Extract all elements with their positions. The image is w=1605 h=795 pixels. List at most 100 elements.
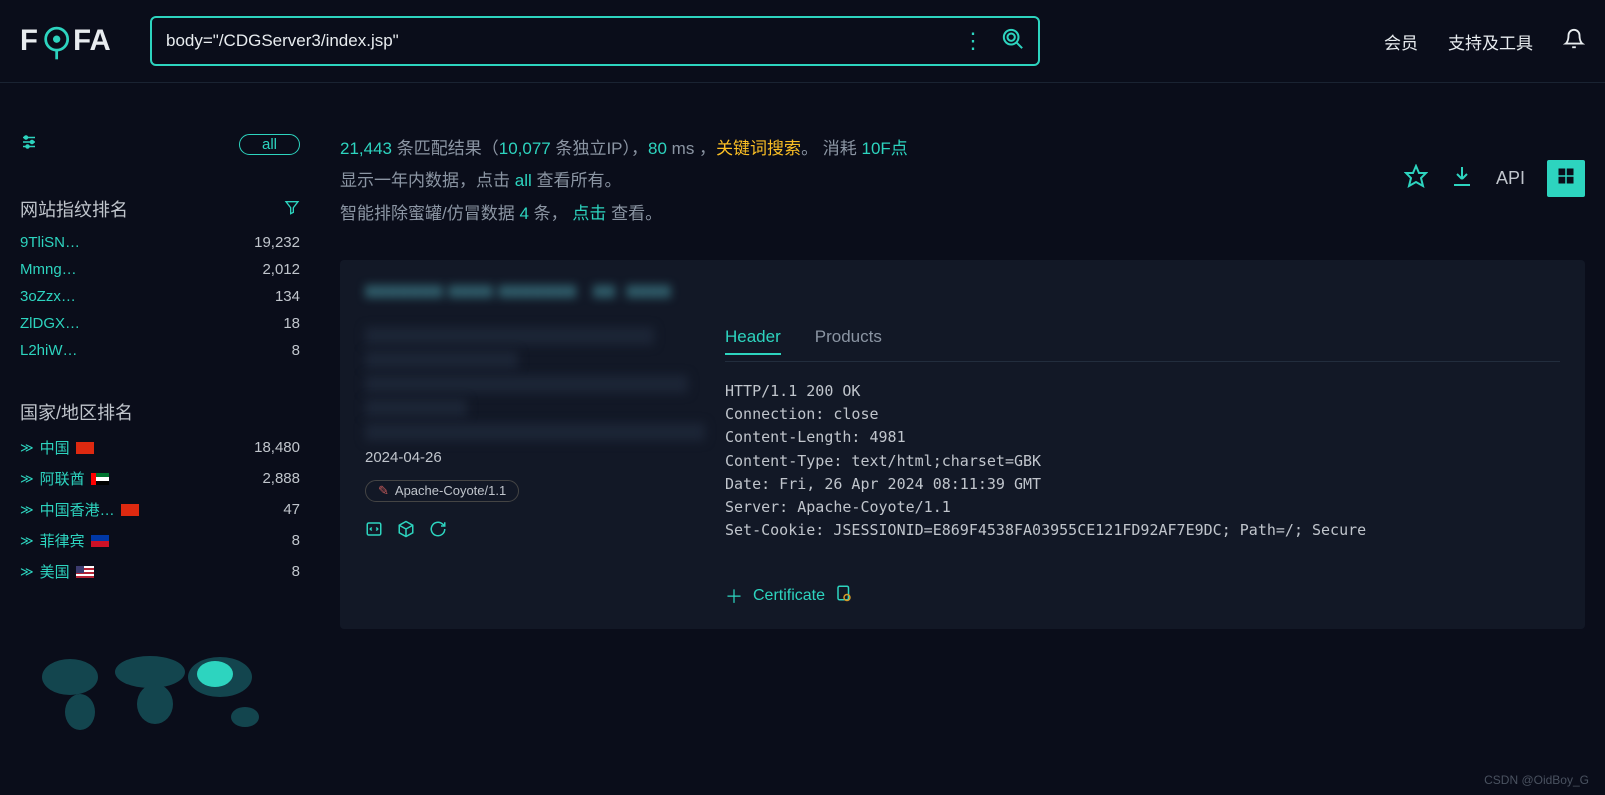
http-header-block: HTTP/1.1 200 OK Connection: close Conten… (725, 380, 1560, 543)
nav-support[interactable]: 支持及工具 (1448, 29, 1533, 54)
click-link[interactable]: 点击 (572, 204, 606, 223)
blurred-row (365, 351, 518, 369)
total-count: 21,443 (340, 139, 392, 158)
fingerprint-row[interactable]: 3oZzx… 134 (20, 288, 300, 305)
sidebar: all 网站指纹排名 9TliSN… 19,232 Mmng… 2,012 3oZzx…… (20, 133, 300, 747)
refresh-icon[interactable] (429, 520, 447, 543)
summary-text: 21,443 条匹配结果（10,077 条独立IP），80 ms ，关键词搜索。… (340, 133, 1585, 230)
country-count: 8 (292, 563, 300, 580)
unique-count: 10,077 (499, 139, 551, 158)
tab-header[interactable]: Header (725, 327, 781, 355)
blurred-row (365, 399, 467, 417)
chevron-icon: ≫ (20, 564, 34, 580)
flag-icon (91, 473, 109, 485)
fingerprint-name: ZlDGX… (20, 315, 80, 332)
fingerprint-count: 8 (292, 342, 300, 359)
grid-view-button[interactable] (1547, 160, 1585, 197)
result-date: 2024-04-26 (365, 449, 705, 466)
chevron-icon: ≫ (20, 502, 34, 518)
fingerprint-row[interactable]: ZlDGX… 18 (20, 315, 300, 332)
star-icon[interactable] (1404, 164, 1428, 194)
country-row[interactable]: ≫ 菲律宾 8 (20, 530, 300, 551)
country-name: 中国 (40, 437, 70, 458)
nav-member[interactable]: 会员 (1384, 29, 1418, 54)
logo[interactable]: F FA (20, 22, 140, 60)
result-card: xxxxxxx xxxx xxxxxxx xx xxxx 2024-04-26 … (340, 260, 1585, 629)
latency: 80 (648, 139, 667, 158)
result-title-blurred: xxxxxxx xxxx xxxxxxx xx xxxx (365, 280, 1560, 303)
chevron-icon: ≫ (20, 440, 34, 456)
result-left-column: 2024-04-26 ✎ Apache-Coyote/1.1 (365, 327, 705, 609)
tab-products[interactable]: Products (815, 327, 882, 355)
all-link[interactable]: all (515, 171, 532, 190)
fingerprint-count: 18 (283, 315, 300, 332)
search-input[interactable]: body="/CDGServer3/index.jsp" (166, 31, 962, 51)
fingerprint-row[interactable]: L2hiW… 8 (20, 342, 300, 359)
country-title-text: 国家/地区排名 (20, 399, 133, 425)
more-icon[interactable]: ⋮ (962, 30, 984, 52)
api-link[interactable]: API (1496, 168, 1525, 189)
filter-icon[interactable] (284, 199, 300, 220)
plus-icon: ＋ (725, 583, 743, 609)
chevron-icon: ≫ (20, 533, 34, 549)
chevron-icon: ≫ (20, 471, 34, 487)
flag-icon (91, 535, 109, 547)
country-name: 阿联酋 (40, 468, 85, 489)
flag-icon (76, 442, 94, 454)
fingerprint-count: 19,232 (254, 234, 300, 251)
header-nav: 会员 支持及工具 (1384, 28, 1585, 55)
fingerprint-name: Mmng… (20, 261, 77, 278)
flag-icon (76, 566, 94, 578)
watermark: CSDN @OidBoy_G (1484, 773, 1589, 787)
cost: 10F点 (862, 139, 908, 158)
all-pill[interactable]: all (239, 134, 300, 155)
sliders-icon[interactable] (20, 133, 38, 156)
world-map[interactable] (20, 642, 280, 742)
results-toolbar: API (1404, 160, 1585, 197)
download-icon[interactable] (1450, 164, 1474, 194)
code-icon[interactable] (365, 520, 383, 543)
fingerprint-row[interactable]: Mmng… 2,012 (20, 261, 300, 278)
fingerprint-section-title: 网站指纹排名 (20, 196, 300, 222)
fingerprint-title-text: 网站指纹排名 (20, 196, 128, 222)
search-query-text: body="/CDGServer3/index.jsp" (166, 31, 399, 50)
fingerprint-name: 9TliSN… (20, 234, 80, 251)
country-count: 47 (283, 501, 300, 518)
country-row[interactable]: ≫ 美国 8 (20, 561, 300, 582)
fingerprint-name: 3oZzx… (20, 288, 76, 305)
content-area: 21,443 条匹配结果（10,077 条独立IP），80 ms ，关键词搜索。… (340, 133, 1585, 747)
fingerprint-count: 2,012 (262, 261, 300, 278)
search-input-container: body="/CDGServer3/index.jsp" ⋮ (150, 16, 1040, 66)
country-count: 8 (292, 532, 300, 549)
svg-text:F: F (20, 24, 38, 57)
certificate-icon (835, 584, 853, 607)
blurred-row (365, 375, 688, 393)
country-name: 菲律宾 (40, 530, 85, 551)
svg-text:FA: FA (73, 24, 110, 57)
country-row[interactable]: ≫ 中国 18,480 (20, 437, 300, 458)
header-bar: F FA body="/CDGServer3/index.jsp" ⋮ 会员 支… (0, 0, 1605, 83)
keyword-highlight: 关键词搜索 (716, 139, 801, 158)
country-list: ≫ 中国 18,480 ≫ 阿联酋 2,888 ≫ 中国香港… 47 ≫ 菲律宾 8 ≫ 美国 8 (20, 437, 300, 582)
flag-icon (121, 504, 139, 516)
country-count: 18,480 (254, 439, 300, 456)
country-name: 美国 (40, 561, 70, 582)
country-row[interactable]: ≫ 阿联酋 2,888 (20, 468, 300, 489)
blurred-row (365, 327, 654, 345)
cube-icon[interactable] (397, 520, 415, 543)
country-section-title: 国家/地区排名 (20, 399, 300, 425)
fingerprint-list: 9TliSN… 19,232 Mmng… 2,012 3oZzx… 134 ZlDGX… 18… (20, 234, 300, 359)
fingerprint-name: L2hiW… (20, 342, 78, 359)
result-right-column: Header Products HTTP/1.1 200 OK Connecti… (725, 327, 1560, 609)
blurred-row (365, 423, 705, 441)
server-tag[interactable]: ✎ Apache-Coyote/1.1 (365, 480, 519, 502)
certificate-row[interactable]: ＋ Certificate (725, 583, 1560, 609)
search-icon[interactable] (1002, 28, 1024, 55)
feather-icon: ✎ (378, 483, 389, 499)
bell-icon[interactable] (1563, 28, 1585, 55)
fingerprint-row[interactable]: 9TliSN… 19,232 (20, 234, 300, 251)
fingerprint-count: 134 (275, 288, 300, 305)
country-row[interactable]: ≫ 中国香港… 47 (20, 499, 300, 520)
country-count: 2,888 (262, 470, 300, 487)
country-name: 中国香港… (40, 499, 115, 520)
